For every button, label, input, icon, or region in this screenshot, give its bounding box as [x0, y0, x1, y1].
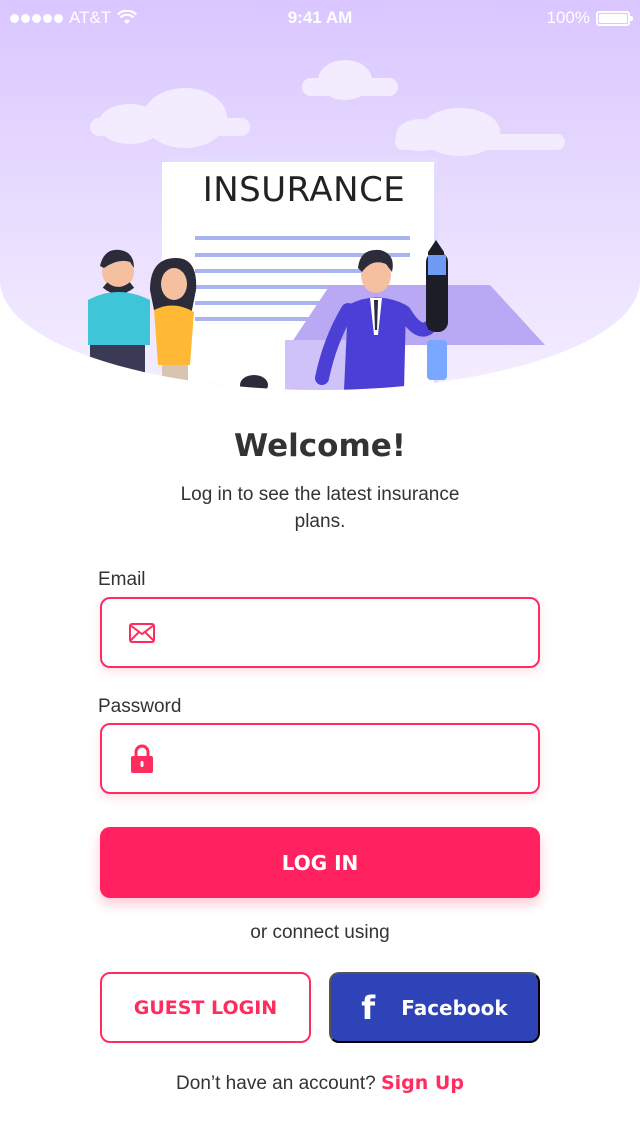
password-field[interactable] [100, 723, 540, 794]
pen-icon [426, 240, 448, 380]
facebook-login-button[interactable]: f Facebook [329, 972, 540, 1043]
connect-text: or connect using [250, 922, 390, 943]
login-button[interactable]: LOG IN [100, 827, 540, 898]
welcome-subtitle: Log in to see the latest insurance plans… [180, 484, 460, 532]
facebook-icon: f [361, 988, 376, 1027]
signup-link[interactable]: Sign Up [381, 1072, 464, 1094]
battery-icon [596, 10, 633, 26]
signup-prompt: Don’t have an account? [176, 1073, 376, 1094]
status-bar: AT&T 9:41 AM 100% [0, 0, 640, 36]
hero-banner: AT&T 9:41 AM 100% INSURANCE [0, 0, 640, 390]
email-input[interactable] [172, 599, 538, 666]
guest-login-button[interactable]: GUEST LOGIN [100, 972, 311, 1043]
insurance-illustration [88, 60, 565, 390]
mail-icon [128, 619, 156, 647]
welcome-title: Welcome! [234, 428, 406, 464]
password-label: Password [98, 696, 182, 717]
facebook-label: Facebook [401, 995, 508, 1020]
cloud-icon [90, 60, 565, 156]
document-title: INSURANCE [202, 170, 406, 210]
password-input[interactable] [172, 725, 538, 792]
status-time: 9:41 AM [287, 8, 353, 27]
email-label: Email [98, 569, 146, 590]
email-field[interactable] [100, 597, 540, 668]
signup-row: Don’t have an account? Sign Up [0, 1072, 640, 1095]
man-figure-icon [88, 249, 150, 385]
lock-icon [128, 744, 156, 773]
